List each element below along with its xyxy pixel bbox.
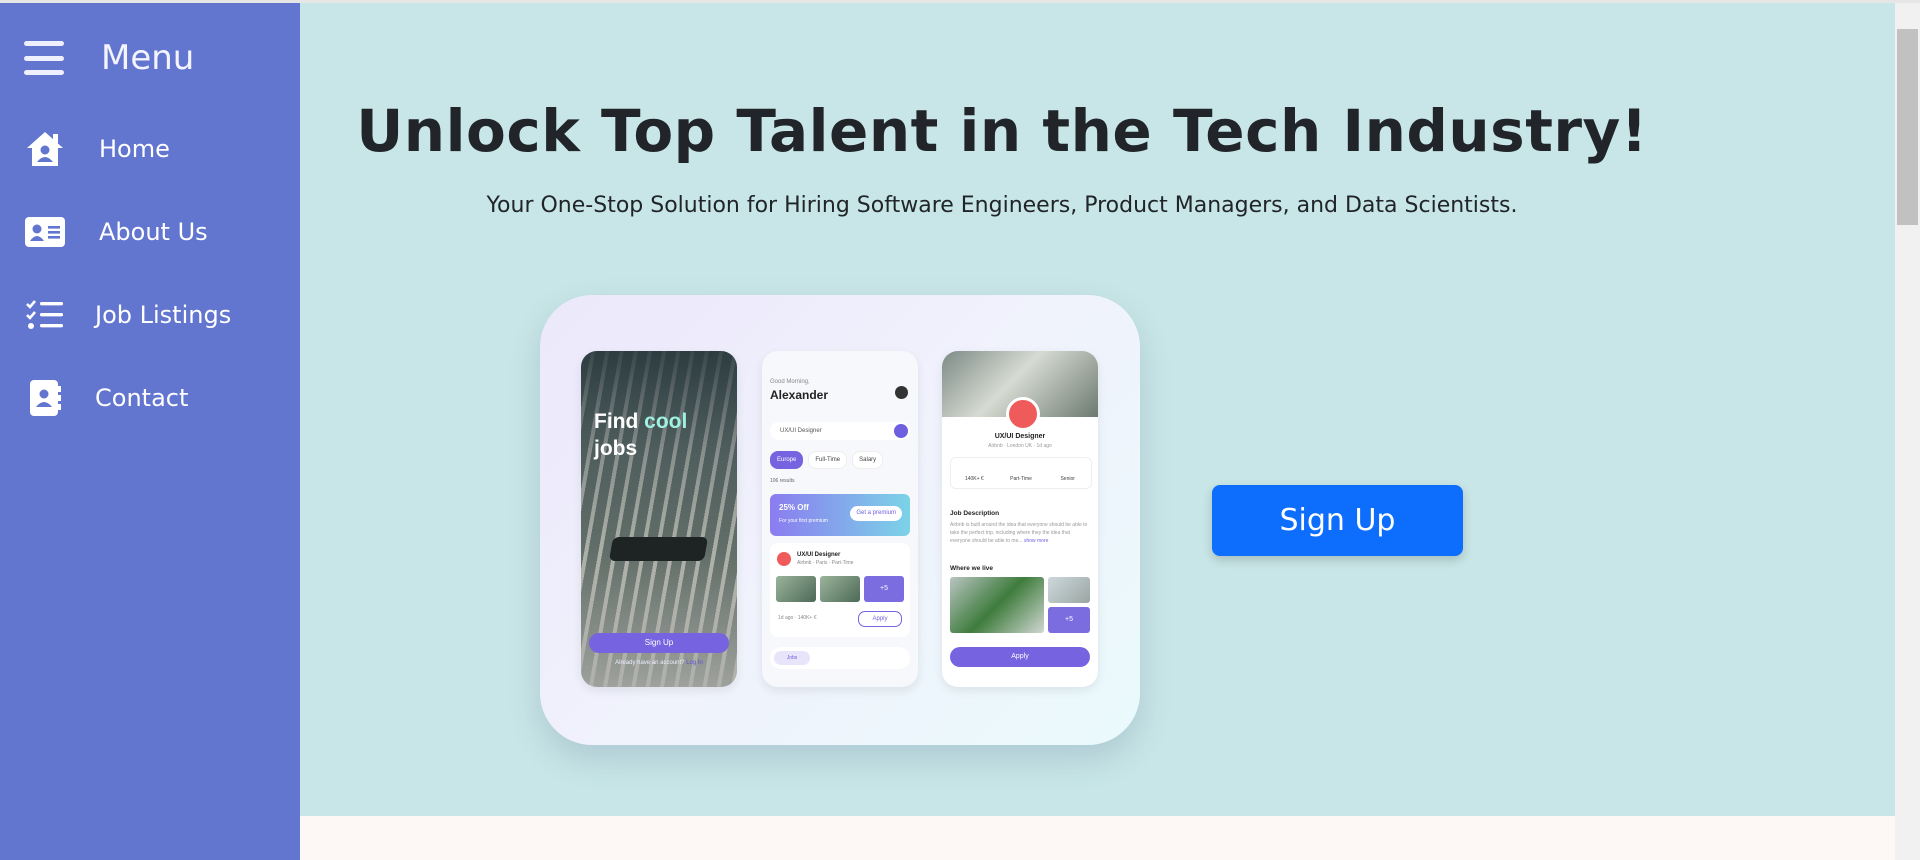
tab-jobs: Jobs — [774, 651, 810, 665]
app-mockup-card: Find cool jobs Sign Up Already have an a… — [540, 295, 1140, 745]
next-section — [300, 816, 1895, 860]
filter-chip: Salary — [852, 451, 884, 469]
menu-header[interactable]: Menu — [24, 38, 194, 78]
nav-item-contact[interactable]: Contact — [24, 377, 188, 419]
filter-chip: Full-Time — [808, 451, 848, 469]
list-check-icon — [24, 294, 66, 336]
filter-chip: Europe — [770, 451, 804, 469]
nav-label-job-listings: Job Listings — [95, 301, 232, 329]
phone-mockup-search: Good Morning, Alexander UX/UI Designer E… — [762, 351, 918, 687]
gallery-photo — [1048, 577, 1090, 603]
page-scrollbar[interactable] — [1895, 3, 1920, 860]
phone-username: Alexander — [770, 388, 829, 402]
job-meta: 1d ago · 140K+ € — [778, 615, 817, 621]
search-icon — [894, 424, 908, 438]
detail-apply-button: Apply — [950, 647, 1090, 667]
job-stats: 140K+ € Part-Time Senior — [950, 457, 1092, 489]
job-title: UX/UI Designer — [797, 552, 841, 558]
phone-signup-button: Sign Up — [589, 633, 729, 653]
promo-banner: 25% Off For your first premium Get a pre… — [770, 494, 910, 536]
phone-search-bar: UX/UI Designer — [770, 422, 910, 440]
show-more-link: show more — [1023, 538, 1049, 544]
phone-mockup-welcome: Find cool jobs Sign Up Already have an a… — [581, 351, 737, 687]
phone-login-prompt: Already have an account? Log In — [581, 660, 737, 666]
job-subtitle: Airbnb · Paris · Part-Time — [797, 560, 854, 566]
detail-job-subtitle: Airbnb · London UK · 1d ago — [988, 443, 1052, 449]
job-card: UX/UI Designer Airbnb · Paris · Part-Tim… — [770, 543, 910, 637]
gallery-photo — [950, 577, 1044, 633]
nav-item-about-us[interactable]: About Us — [24, 211, 208, 253]
headline-text: Find — [594, 410, 645, 433]
house-user-icon — [24, 128, 66, 170]
stat-salary: 140K+ € — [964, 476, 984, 482]
where-we-live-title: Where we live — [950, 565, 993, 572]
job-apply-button: Apply — [858, 611, 902, 627]
description-body: Airbnb is built around the idea that eve… — [950, 522, 1088, 544]
company-logo-icon — [777, 552, 791, 566]
results-count: 106 results — [770, 478, 795, 484]
nav-item-job-listings[interactable]: Job Listings — [24, 294, 231, 336]
nav-label-home: Home — [99, 135, 170, 163]
airbnb-logo-icon — [1006, 397, 1040, 431]
phone-tab-bar: Jobs — [770, 647, 910, 669]
filter-chips: Europe Full-Time Salary — [770, 451, 884, 469]
avatar — [895, 386, 908, 399]
account-text: Already have an account? — [615, 660, 685, 666]
stat-level: Senior — [1060, 476, 1075, 482]
hero-subtitle: Your One-Stop Solution for Hiring Softwa… — [486, 193, 1518, 218]
top-border — [0, 0, 1920, 3]
job-description-text: Airbnb is built around the idea that eve… — [950, 521, 1090, 545]
promo-button: Get a premium — [850, 506, 902, 521]
ping-pong-table — [608, 537, 709, 561]
gallery-more: +5 — [1048, 607, 1090, 633]
sign-up-button[interactable]: Sign Up — [1212, 485, 1463, 556]
menu-title: Menu — [101, 38, 195, 78]
headline-text-2: jobs — [594, 437, 638, 460]
scrollbar-thumb[interactable] — [1897, 29, 1918, 225]
phone-headline: Find cool jobs — [594, 408, 687, 462]
job-photos: +5 — [776, 576, 904, 602]
detail-job-title: UX/UI Designer — [994, 433, 1046, 440]
hamburger-icon[interactable] — [24, 41, 64, 75]
headline-highlight: cool — [644, 410, 688, 433]
job-description-title: Job Description — [950, 510, 1000, 517]
address-book-icon — [24, 377, 66, 419]
promo-subtitle: For your first premium — [779, 518, 828, 524]
nav-item-home[interactable]: Home — [24, 128, 170, 170]
job-photo — [776, 576, 816, 602]
stat-type: Part-Time — [1010, 476, 1032, 482]
address-card-icon — [24, 211, 66, 253]
nav-label-contact: Contact — [95, 384, 189, 412]
hero-title: Unlock Top Talent in the Tech Industry! — [356, 97, 1648, 165]
hero-section: Unlock Top Talent in the Tech Industry! … — [300, 3, 1895, 816]
job-photo — [820, 576, 860, 602]
sidebar: Menu Home About Us Job Listings Contact — [0, 3, 300, 860]
login-link: Log In — [686, 660, 703, 666]
nav-label-about-us: About Us — [99, 218, 208, 246]
phone-greeting: Good Morning, — [770, 379, 810, 385]
phone-mockup-job-detail: UX/UI Designer Airbnb · London UK · 1d a… — [942, 351, 1098, 687]
promo-title: 25% Off — [779, 503, 809, 512]
phone-search-text: UX/UI Designer — [780, 428, 822, 434]
more-photos: +5 — [864, 576, 904, 602]
